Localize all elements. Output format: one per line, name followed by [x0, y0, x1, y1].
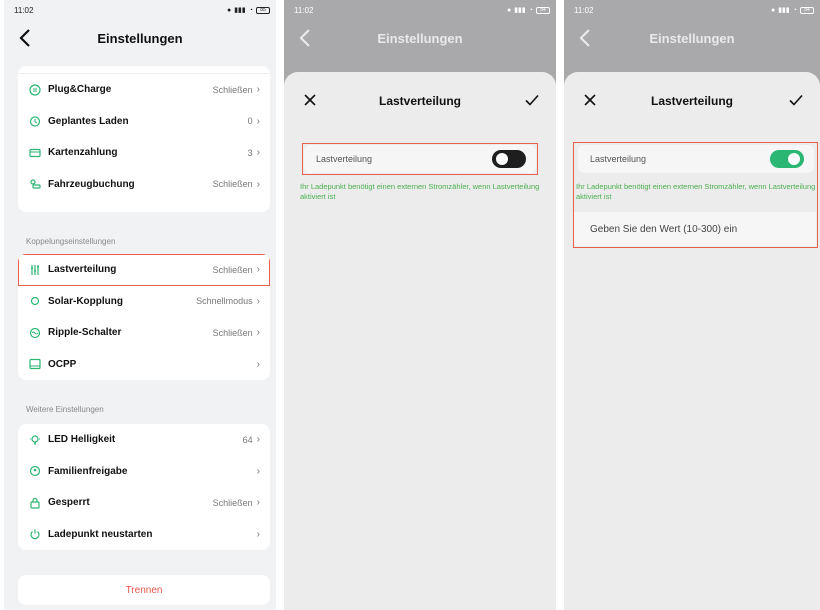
- status-time: 11:02: [294, 5, 314, 15]
- notification-icon: ●: [506, 6, 512, 14]
- chevron-right-icon: ›: [256, 115, 260, 127]
- battery-icon: 84: [536, 6, 550, 14]
- load-balancing-toggle-row: Lastverteilung: [578, 145, 814, 173]
- notification-icon: ●: [226, 6, 232, 14]
- chevron-right-icon: ›: [256, 465, 260, 477]
- lock-icon: [28, 496, 42, 510]
- settings-item-solar-coupling[interactable]: Solar-Kopplung Schnellmodus ›: [18, 286, 270, 318]
- nav-bar: Einstellungen: [284, 20, 556, 56]
- bulb-icon: [28, 433, 42, 447]
- status-bar: 11:02 ● ▮▮▮ ◔ 84: [284, 0, 556, 20]
- chevron-right-icon: ›: [256, 358, 260, 370]
- settings-item-load-balancing[interactable]: Lastverteilung Schließen ›: [18, 254, 270, 286]
- sheet-header: Lastverteilung: [564, 72, 820, 130]
- status-bar: 11:02 ● ▮▮▮ ◔ 84: [564, 0, 820, 20]
- status-time: 11:02: [574, 5, 594, 15]
- wifi-icon: ◔: [528, 6, 533, 14]
- status-bar: 11:02 ● ▮▮▮ ◔ 85: [4, 0, 276, 20]
- plug-icon: [28, 83, 42, 97]
- back-arrow-icon[interactable]: [16, 26, 36, 50]
- battery-icon: 85: [256, 6, 270, 14]
- toggle-label: Lastverteilung: [316, 154, 373, 164]
- wifi-icon: ◔: [792, 6, 797, 14]
- chevron-right-icon: ›: [256, 178, 260, 190]
- sheet-header: Lastverteilung: [284, 72, 556, 130]
- hint-text: Ihr Ladepunkt benötigt einen externen St…: [300, 182, 540, 201]
- settings-item-planned-charging[interactable]: Geplantes Laden 0 ›: [18, 106, 270, 138]
- settings-item-card-payment[interactable]: Kartenzahlung 3 ›: [18, 137, 270, 169]
- load-balancing-sheet-on: 11:02 ● ▮▮▮ ◔ 84 Einstellungen Lastverte…: [564, 0, 820, 610]
- load-balance-icon: [28, 263, 42, 277]
- load-balancing-toggle-row: Lastverteilung: [304, 145, 536, 173]
- settings-item-vehicle-booking[interactable]: Fahrzeugbuchung Schließen ›: [18, 169, 270, 201]
- cellular-icon: ▮▮▮: [234, 7, 246, 14]
- chevron-right-icon: ›: [256, 327, 260, 339]
- load-balancing-sheet-off: 11:02 ● ▮▮▮ ◔ 84 Einstellungen Lastverte…: [284, 0, 556, 610]
- power-icon: [28, 527, 42, 541]
- sheet-title: Lastverteilung: [378, 94, 462, 108]
- cut-off-row: [18, 66, 270, 74]
- coupling-settings-card: Lastverteilung Schließen › Solar-Kopplung…: [18, 254, 270, 380]
- settings-item-ripple-switch[interactable]: Ripple-Schalter Schließen ›: [18, 317, 270, 349]
- settings-item-plug-charge[interactable]: Plug&Charge Schließen ›: [18, 74, 270, 106]
- settings-item-locked[interactable]: Gesperrt Schließen ›: [18, 487, 270, 519]
- nav-bar: Einstellungen: [564, 20, 820, 56]
- status-time: 11:02: [14, 5, 34, 15]
- settings-item-restart-chargepoint[interactable]: Ladepunkt neustarten ›: [18, 519, 270, 551]
- settings-item-led-brightness[interactable]: LED Helligkeit 64 ›: [18, 424, 270, 456]
- chevron-right-icon: ›: [256, 295, 260, 307]
- settings-item-ocpp[interactable]: OCPP ›: [18, 349, 270, 381]
- wifi-icon: ◔: [248, 6, 253, 14]
- page-title: Einstellungen: [377, 30, 463, 46]
- further-settings-card: LED Helligkeit 64 › Familienfreigabe › Ge…: [18, 424, 270, 550]
- chevron-right-icon: ›: [256, 264, 260, 276]
- value-input[interactable]: Geben Sie den Wert (10-300) ein: [574, 212, 816, 246]
- load-balancing-toggle-off[interactable]: [492, 150, 526, 168]
- notification-icon: ●: [770, 6, 776, 14]
- general-settings-card: Plug&Charge Schließen › Geplantes Laden 0…: [18, 66, 270, 212]
- back-arrow-icon[interactable]: [296, 26, 316, 50]
- disconnect-button[interactable]: Trennen: [18, 575, 270, 605]
- sheet-title: Lastverteilung: [650, 94, 734, 108]
- confirm-check-icon[interactable]: [788, 92, 804, 108]
- close-icon[interactable]: [582, 92, 598, 108]
- clock-icon: [28, 114, 42, 128]
- hint-text: Ihr Ladepunkt benötigt einen externen St…: [576, 182, 816, 201]
- settings-screen: 11:02 ● ▮▮▮ ◔ 85 Einstellungen Plug&Char…: [4, 0, 276, 610]
- chevron-right-icon: ›: [256, 147, 260, 159]
- chevron-right-icon: ›: [256, 497, 260, 509]
- chevron-right-icon: ›: [256, 528, 260, 540]
- nav-bar: Einstellungen: [4, 20, 276, 56]
- car-booking-icon: [28, 177, 42, 191]
- family-icon: [28, 464, 42, 478]
- page-title: Einstellungen: [649, 30, 735, 46]
- card-icon: [28, 146, 42, 160]
- toggle-label: Lastverteilung: [590, 154, 647, 164]
- settings-item-family-sharing[interactable]: Familienfreigabe ›: [18, 456, 270, 488]
- load-balancing-toggle-on[interactable]: [770, 150, 804, 168]
- chevron-right-icon: ›: [256, 434, 260, 446]
- section-label-further: Weitere Einstellungen: [26, 405, 104, 414]
- close-icon[interactable]: [302, 92, 318, 108]
- back-arrow-icon[interactable]: [576, 26, 596, 50]
- monitor-icon: [28, 357, 42, 371]
- cellular-icon: ▮▮▮: [778, 7, 790, 14]
- chevron-right-icon: ›: [256, 84, 260, 96]
- ripple-icon: [28, 326, 42, 340]
- battery-icon: 84: [800, 6, 814, 14]
- cellular-icon: ▮▮▮: [514, 7, 526, 14]
- sun-icon: [28, 294, 42, 308]
- section-label-coupling: Koppelungseinstellungen: [26, 237, 116, 246]
- confirm-check-icon[interactable]: [524, 92, 540, 108]
- page-title: Einstellungen: [97, 30, 183, 46]
